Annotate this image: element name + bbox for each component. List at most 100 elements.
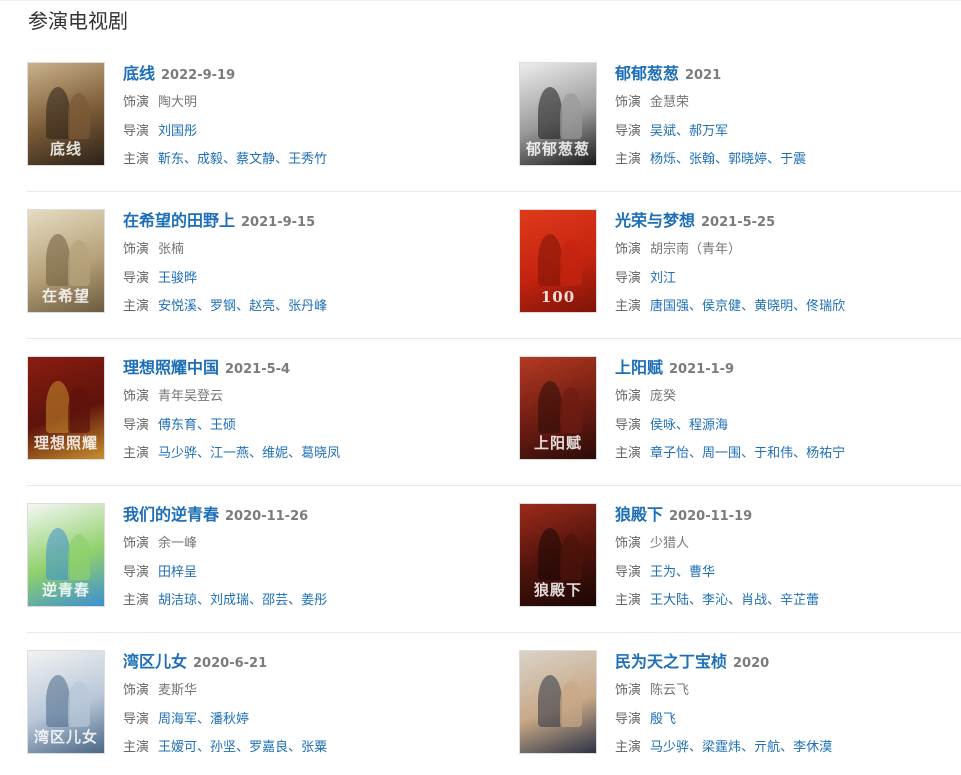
cast-link[interactable]: 章子怡 bbox=[650, 446, 689, 461]
work-title-link[interactable]: 理想照耀中国 bbox=[123, 358, 219, 377]
poster-figure bbox=[46, 234, 70, 286]
director-label: 导演 bbox=[123, 123, 150, 139]
cast-link[interactable]: 李休漠 bbox=[793, 740, 832, 755]
director-link[interactable]: 王骏晔 bbox=[158, 271, 197, 286]
cast-link[interactable]: 肖战 bbox=[741, 593, 767, 608]
cast-link[interactable]: 王秀竹 bbox=[288, 152, 327, 167]
director-link[interactable]: 程源海 bbox=[689, 418, 728, 433]
work-title-link[interactable]: 郁郁葱葱 bbox=[615, 64, 679, 83]
work-title-line: 湾区儿女 2020-6-21 bbox=[123, 652, 327, 672]
cast-link[interactable]: 辛芷蕾 bbox=[780, 593, 819, 608]
cast-link[interactable]: 葛晓凤 bbox=[301, 446, 340, 461]
work-title-link[interactable]: 光荣与梦想 bbox=[615, 211, 695, 230]
cast-link[interactable]: 张粟 bbox=[301, 740, 327, 755]
cast-link[interactable]: 李沁 bbox=[702, 593, 728, 608]
poster-image[interactable]: 理想照耀 bbox=[27, 356, 105, 460]
poster-image[interactable]: 逆青春 bbox=[27, 503, 105, 607]
director-link[interactable]: 曹华 bbox=[689, 565, 715, 580]
poster-figure bbox=[46, 87, 70, 139]
separator: 、 bbox=[275, 152, 289, 167]
role-line: 饰演 张楠 bbox=[123, 240, 327, 260]
separator: 、 bbox=[741, 299, 755, 314]
cast-link[interactable]: 胡洁琼 bbox=[158, 593, 197, 608]
poster-image[interactable]: 100 bbox=[519, 209, 597, 313]
work-title-link[interactable]: 民为天之丁宝桢 bbox=[615, 652, 727, 671]
cast-link[interactable]: 黄晓明 bbox=[754, 299, 793, 314]
cast-link[interactable]: 佟瑞欣 bbox=[806, 299, 845, 314]
cast-link[interactable]: 成毅 bbox=[197, 152, 223, 167]
cast-link[interactable]: 江一燕 bbox=[210, 446, 249, 461]
director-link[interactable]: 刘国彤 bbox=[158, 124, 197, 139]
director-link[interactable]: 潘秋婷 bbox=[210, 712, 249, 727]
cast-link[interactable]: 罗嘉良 bbox=[249, 740, 288, 755]
director-link[interactable]: 田梓呈 bbox=[158, 565, 197, 580]
cast-link[interactable]: 周一围 bbox=[702, 446, 741, 461]
poster-image[interactable]: 在希望 bbox=[27, 209, 105, 313]
poster-figure bbox=[560, 387, 582, 433]
work-title-link[interactable]: 狼殿下 bbox=[615, 505, 663, 524]
cast-link[interactable]: 侯京健 bbox=[702, 299, 741, 314]
cast-link[interactable]: 刘成瑞 bbox=[210, 593, 249, 608]
cast-link[interactable]: 邵芸 bbox=[262, 593, 288, 608]
director-link[interactable]: 王硕 bbox=[210, 418, 236, 433]
director-link[interactable]: 刘江 bbox=[650, 271, 676, 286]
poster-image[interactable]: 湾区儿女 bbox=[27, 650, 105, 754]
cast-label: 主演 bbox=[123, 446, 150, 461]
work-title-link[interactable]: 上阳赋 bbox=[615, 358, 663, 377]
cast-link[interactable]: 王大陆 bbox=[650, 593, 689, 608]
cast-link[interactable]: 维妮 bbox=[262, 446, 288, 461]
poster-image[interactable]: 郁郁葱葱 bbox=[519, 62, 597, 166]
work-title-link[interactable]: 在希望的田野上 bbox=[123, 211, 235, 230]
top-divider bbox=[0, 0, 961, 1]
role-line: 饰演 金慧荣 bbox=[615, 93, 806, 113]
cast-link[interactable]: 蔡文静 bbox=[236, 152, 275, 167]
director-link[interactable]: 殷飞 bbox=[650, 712, 676, 727]
director-line: 导演 刘国彤 bbox=[123, 122, 327, 142]
work-item: 底线 底线 2022-9-19 饰演 陶大明 导演 刘国彤 主演 靳东、成毅、蔡文静、王秀竹 bbox=[27, 62, 519, 191]
cast-link[interactable]: 姜彤 bbox=[301, 593, 327, 608]
cast-link[interactable]: 唐国强 bbox=[650, 299, 689, 314]
separator: 、 bbox=[728, 593, 742, 608]
director-link[interactable]: 王为 bbox=[650, 565, 676, 580]
poster-figure bbox=[538, 87, 562, 139]
role-name: 麦斯华 bbox=[158, 683, 198, 698]
poster-image[interactable]: 底线 bbox=[27, 62, 105, 166]
cast-link[interactable]: 梁霆炜 bbox=[702, 740, 741, 755]
poster-image[interactable]: 狼殿下 bbox=[519, 503, 597, 607]
director-link[interactable]: 郝万军 bbox=[689, 124, 728, 139]
cast-link[interactable]: 靳东 bbox=[158, 152, 184, 167]
director-link[interactable]: 侯咏 bbox=[650, 418, 676, 433]
work-info: 狼殿下 2020-11-19 饰演 少猎人 导演 王为、曹华 主演 王大陆、李沁、肖战、辛芷蕾 bbox=[615, 503, 819, 632]
cast-link[interactable]: 张丹峰 bbox=[288, 299, 327, 314]
poster-image[interactable]: 上阳赋 bbox=[519, 356, 597, 460]
work-title-link[interactable]: 湾区儿女 bbox=[123, 652, 187, 671]
cast-link[interactable]: 于震 bbox=[780, 152, 806, 167]
cast-link[interactable]: 罗钢 bbox=[210, 299, 236, 314]
role-label: 饰演 bbox=[615, 536, 642, 551]
director-link[interactable]: 周海军 bbox=[158, 712, 197, 727]
cast-link[interactable]: 亓航 bbox=[754, 740, 780, 755]
cast-link[interactable]: 赵亮 bbox=[249, 299, 275, 314]
cast-link[interactable]: 杨烁 bbox=[650, 152, 676, 167]
director-link[interactable]: 傅东育 bbox=[158, 418, 197, 433]
cast-link[interactable]: 王嫒可 bbox=[158, 740, 197, 755]
role-label: 饰演 bbox=[123, 389, 150, 404]
director-link[interactable]: 吴斌 bbox=[650, 124, 676, 139]
cast-link[interactable]: 孙坚 bbox=[210, 740, 236, 755]
poster-image[interactable] bbox=[519, 650, 597, 754]
director-line: 导演 殷飞 bbox=[615, 710, 832, 730]
cast-link[interactable]: 郭晓婷 bbox=[728, 152, 767, 167]
cast-link[interactable]: 安悦溪 bbox=[158, 299, 197, 314]
separator: 、 bbox=[197, 446, 211, 461]
work-title-link[interactable]: 我们的逆青春 bbox=[123, 505, 219, 524]
director-label: 导演 bbox=[615, 417, 642, 433]
cast-link[interactable]: 马少骅 bbox=[650, 740, 689, 755]
cast-link[interactable]: 于和伟 bbox=[754, 446, 793, 461]
role-line: 饰演 陶大明 bbox=[123, 93, 327, 113]
role-name: 胡宗南（青年） bbox=[650, 242, 742, 257]
cast-link[interactable]: 张翰 bbox=[689, 152, 715, 167]
poster-figure bbox=[538, 528, 562, 580]
cast-link[interactable]: 杨祐宁 bbox=[806, 446, 845, 461]
work-title-link[interactable]: 底线 bbox=[123, 64, 155, 83]
cast-link[interactable]: 马少骅 bbox=[158, 446, 197, 461]
